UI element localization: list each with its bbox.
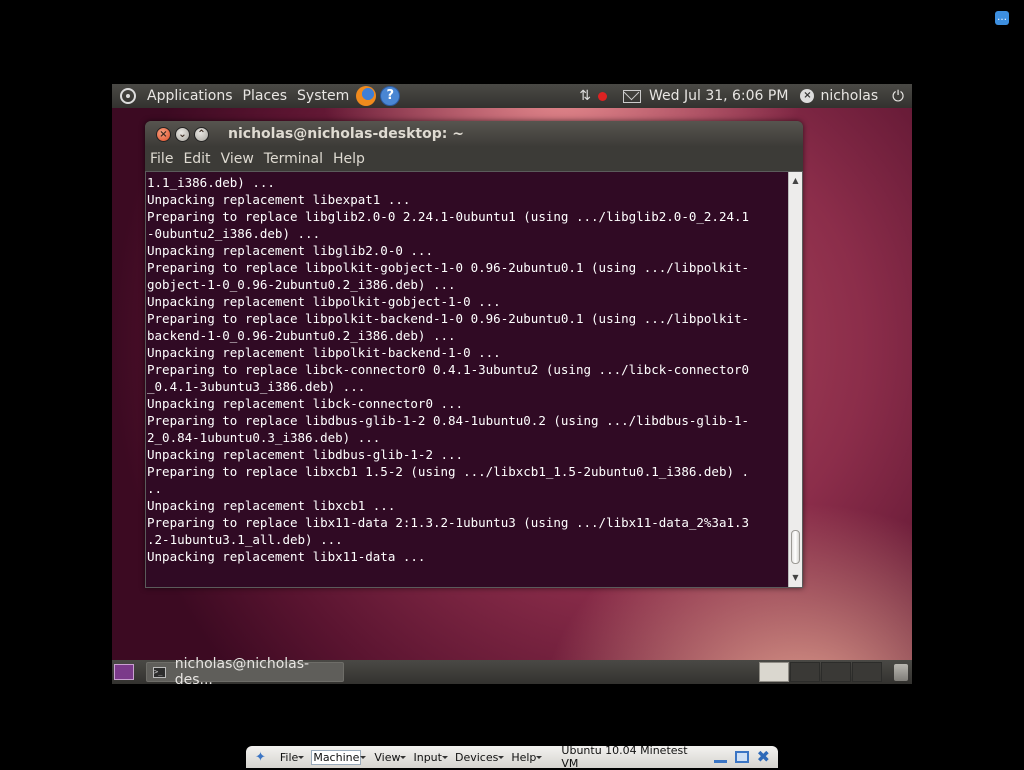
close-icon[interactable]: ✖ [757, 749, 770, 765]
terminal-output[interactable]: 1.1_i386.deb) ... Unpacking replacement l… [145, 171, 803, 588]
trash-icon[interactable] [894, 663, 908, 681]
vm-name: Ubuntu 10.04 Minetest VM [561, 744, 688, 770]
shutdown-icon[interactable]: ⏻ [892, 87, 904, 105]
terminal-line: 2_0.84-1ubuntu0.3_i386.deb) ... [147, 430, 381, 445]
menu-places[interactable]: Places [238, 88, 293, 104]
terminal-line: gobject-1-0_0.96-2ubuntu0.2_i386.deb) ..… [147, 277, 456, 292]
terminal-icon: >_ [153, 666, 166, 678]
clock[interactable]: Wed Jul 31, 6:06 PM [649, 88, 788, 104]
taskbar-label: nicholas@nicholas-des... [174, 656, 310, 684]
mail-icon[interactable] [623, 89, 641, 103]
terminal-line: backend-1-0_0.96-2ubuntu0.2_i386.deb) ..… [147, 328, 456, 343]
vbox-menu-view[interactable]: View [374, 751, 407, 764]
vbox-menu-input[interactable]: Input [413, 751, 449, 764]
pin-icon[interactable]: ✦ [255, 750, 266, 765]
ubuntu-logo-icon[interactable] [120, 88, 136, 104]
terminal-line: Unpacking replacement libxcb1 ... [147, 498, 396, 513]
vm-screen: Applications Places System ? ⇅ Wed Jul 3… [112, 84, 912, 684]
terminal-window: × ⌄ ⌃ nicholas@nicholas-desktop: ~ File … [145, 121, 803, 588]
maximize-icon[interactable]: ⌃ [194, 126, 209, 142]
close-icon[interactable]: × [156, 126, 171, 142]
terminal-menu-help[interactable]: Help [328, 151, 370, 167]
vbox-menu-file[interactable]: File [280, 751, 305, 764]
scrollbar-thumb[interactable] [791, 530, 800, 564]
terminal-line: Preparing to replace libck-connector0 0.… [147, 362, 750, 377]
workspace-3[interactable] [821, 662, 851, 682]
show-desktop-icon[interactable] [114, 664, 134, 680]
terminal-line: Preparing to replace libx11-data 2:1.3.2… [147, 515, 750, 530]
terminal-line: .2-1ubuntu3.1_all.deb) ... [147, 532, 343, 547]
vbox-menu-machine[interactable]: Machine [311, 749, 367, 765]
terminal-titlebar[interactable]: × ⌄ ⌃ nicholas@nicholas-desktop: ~ [145, 121, 803, 147]
terminal-line: 1.1_i386.deb) ... [147, 175, 275, 190]
network-icon[interactable]: ⇅ [579, 88, 591, 104]
terminal-line: Unpacking replacement libdbus-glib-1-2 .… [147, 447, 464, 462]
user-status-icon[interactable]: × [800, 89, 815, 103]
user-menu[interactable]: nicholas [820, 88, 878, 104]
workspace-switcher [758, 662, 882, 682]
workspace-1[interactable] [759, 662, 789, 682]
terminal-menubar: File Edit View Terminal Help [145, 147, 803, 171]
terminal-line: Unpacking replacement libexpat1 ... [147, 192, 411, 207]
vbox-menu-devices[interactable]: Devices [455, 751, 505, 764]
terminal-line: Preparing to replace libpolkit-backend-1… [147, 311, 750, 326]
terminal-line: Unpacking replacement libpolkit-gobject-… [147, 294, 501, 309]
terminal-line: Unpacking replacement libck-connector0 .… [147, 396, 464, 411]
terminal-text[interactable]: 1.1_i386.deb) ... Unpacking replacement l… [147, 174, 788, 584]
terminal-menu-view[interactable]: View [216, 151, 259, 167]
menu-applications[interactable]: Applications [142, 88, 238, 104]
top-panel: Applications Places System ? ⇅ Wed Jul 3… [112, 84, 912, 108]
scroll-up-arrow-icon[interactable]: ▲ [789, 174, 802, 188]
vbox-menu-help[interactable]: Help [511, 751, 543, 764]
window-title: nicholas@nicholas-desktop: ~ [228, 126, 464, 142]
workspace-4[interactable] [852, 662, 882, 682]
scroll-down-arrow-icon[interactable]: ▼ [789, 571, 802, 585]
help-icon[interactable]: ? [380, 86, 401, 106]
menu-system[interactable]: System [292, 88, 354, 104]
terminal-line: Preparing to replace libxcb1 1.5-2 (usin… [147, 464, 750, 479]
terminal-menu-file[interactable]: File [145, 151, 178, 167]
workspace-2[interactable] [790, 662, 820, 682]
panel-tray: ⇅ Wed Jul 31, 6:06 PM × nicholas ⏻ [579, 84, 912, 108]
virtualbox-minibar: ✦ File Machine View Input Devices Help U… [246, 744, 778, 770]
terminal-menu-edit[interactable]: Edit [178, 151, 215, 167]
bottom-panel: >_ nicholas@nicholas-des... [112, 656, 912, 684]
terminal-line: .. [147, 481, 163, 496]
firefox-icon[interactable] [356, 86, 377, 106]
restore-icon[interactable] [735, 751, 749, 763]
minimize-icon[interactable] [714, 751, 728, 763]
terminal-line: _0.4.1-3ubuntu3_i386.deb) ... [147, 379, 366, 394]
taskbar-terminal-button[interactable]: >_ nicholas@nicholas-des... [146, 656, 344, 684]
terminal-menu-terminal[interactable]: Terminal [259, 151, 328, 167]
terminal-line: -0ubuntu2_i386.deb) ... [147, 226, 321, 241]
speech-bubble-icon[interactable]: … [995, 11, 1009, 25]
terminal-scrollbar[interactable]: ▲ ▼ [788, 172, 802, 587]
terminal-line: Unpacking replacement libx11-data ... [147, 549, 426, 564]
terminal-line: Unpacking replacement libglib2.0-0 ... [147, 243, 433, 258]
terminal-line: Preparing to replace libdbus-glib-1-2 0.… [147, 413, 750, 428]
terminal-line: Preparing to replace libglib2.0-0 2.24.1… [147, 209, 750, 224]
terminal-line: Preparing to replace libpolkit-gobject-1… [147, 260, 750, 275]
terminal-line: Unpacking replacement libpolkit-backend-… [147, 345, 501, 360]
update-alert-icon[interactable] [598, 91, 607, 101]
minimize-icon[interactable]: ⌄ [175, 126, 190, 142]
